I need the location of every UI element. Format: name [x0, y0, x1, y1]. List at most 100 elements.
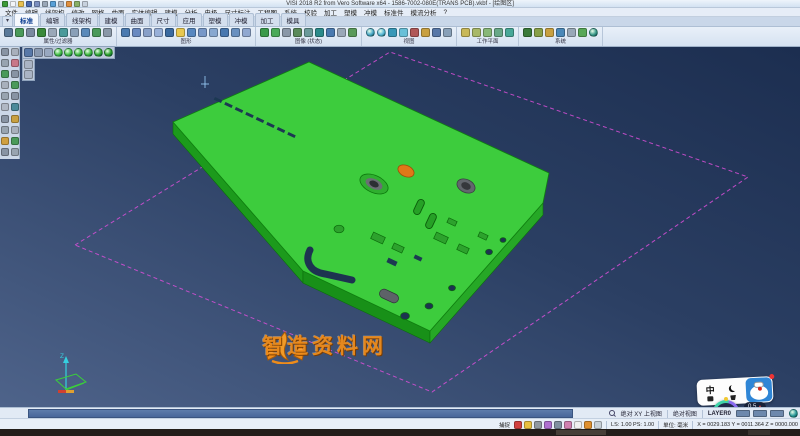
dock-icon[interactable]: [1, 115, 9, 123]
workplane-ref-label[interactable]: 绝对 XY 上视图: [621, 409, 662, 418]
ribbon-tab[interactable]: 应用: [177, 13, 202, 26]
view-icon[interactable]: [24, 60, 33, 69]
ribbon-tab[interactable]: 模具: [281, 13, 306, 26]
view-icon[interactable]: [34, 48, 43, 57]
toolbar-icon[interactable]: [567, 28, 576, 37]
doraemon-mascot[interactable]: [745, 377, 772, 402]
snap-icon[interactable]: [554, 421, 562, 429]
toolbar-icon[interactable]: [578, 28, 587, 37]
view-icon[interactable]: [94, 48, 103, 57]
toolbar-icon[interactable]: [26, 28, 35, 37]
dock-icon[interactable]: [1, 103, 9, 111]
toolbar-icon[interactable]: [70, 28, 79, 37]
toolbar-icon[interactable]: [271, 28, 280, 37]
dock-icon[interactable]: [11, 59, 19, 67]
toolbar-icon[interactable]: [410, 28, 419, 37]
dock-icon[interactable]: [11, 137, 19, 145]
globe-icon[interactable]: [789, 409, 798, 418]
view-icon[interactable]: [74, 48, 83, 57]
toolbar-icon[interactable]: [92, 28, 101, 37]
view-icon[interactable]: [54, 48, 63, 57]
toolbar-icon[interactable]: [472, 28, 481, 37]
toolbar-icon[interactable]: [176, 28, 185, 37]
snap-icon[interactable]: [524, 421, 532, 429]
ime-language-button[interactable]: 中: [705, 383, 715, 396]
view-icon[interactable]: [64, 48, 73, 57]
menu-item[interactable]: 塑模: [344, 7, 357, 17]
ribbon-tab[interactable]: 线架构: [66, 13, 98, 26]
toolbar-icon[interactable]: [293, 28, 302, 37]
status-button[interactable]: [736, 410, 750, 417]
search-icon[interactable]: [609, 410, 616, 417]
toolbar-icon[interactable]: [103, 28, 112, 37]
ribbon-tab[interactable]: 编辑: [40, 13, 65, 26]
toolbar-icon[interactable]: [443, 28, 452, 37]
viewport-3d[interactable]: Z 智造资料网 中: [0, 47, 800, 407]
dock-icon[interactable]: [11, 126, 19, 134]
toolbar-icon[interactable]: [545, 28, 554, 37]
menu-item[interactable]: 模流分析: [411, 7, 437, 17]
toolbar-icon[interactable]: [132, 28, 141, 37]
ribbon-tab[interactable]: 加工: [255, 13, 280, 26]
view-icon[interactable]: [24, 70, 33, 79]
view-icon[interactable]: [44, 48, 53, 57]
toolbar-icon[interactable]: [461, 28, 470, 37]
ime-skin-icon[interactable]: [707, 396, 713, 401]
status-button[interactable]: [753, 410, 767, 417]
menu-item[interactable]: 标准件: [384, 7, 404, 17]
toolbar-icon[interactable]: [421, 28, 430, 37]
toolbar-icon[interactable]: [4, 28, 13, 37]
dock-icon[interactable]: [1, 148, 9, 156]
dock-icon[interactable]: [11, 81, 19, 89]
toolbar-icon[interactable]: [231, 28, 240, 37]
dock-icon[interactable]: [11, 115, 19, 123]
dock-icon[interactable]: [11, 148, 19, 156]
toolbar-icon[interactable]: [337, 28, 346, 37]
menu-item[interactable]: 校验: [304, 7, 317, 17]
view-icon[interactable]: [104, 48, 113, 57]
snap-icon[interactable]: [514, 421, 522, 429]
moon-icon[interactable]: [729, 385, 736, 392]
status-button[interactable]: [770, 410, 784, 417]
snap-icon[interactable]: [574, 421, 582, 429]
ribbon-tab[interactable]: 建模: [99, 13, 124, 26]
toolbar-icon[interactable]: [399, 28, 408, 37]
toolbar-icon[interactable]: [483, 28, 492, 37]
toolbar-icon[interactable]: [37, 28, 46, 37]
snap-icon[interactable]: [564, 421, 572, 429]
dock-icon[interactable]: [1, 92, 9, 100]
snap-icon[interactable]: [544, 421, 552, 429]
prompt-bar[interactable]: [28, 409, 573, 418]
toolbar-icon[interactable]: [315, 28, 324, 37]
toolbar-icon[interactable]: [556, 28, 565, 37]
view-icon[interactable]: [84, 48, 93, 57]
layer-indicator[interactable]: LAYER0: [708, 411, 731, 417]
ribbon-tab[interactable]: 冲模: [229, 13, 254, 26]
toolbar-icon[interactable]: [260, 28, 269, 37]
dock-icon[interactable]: [1, 126, 9, 134]
toolbar-icon[interactable]: [187, 28, 196, 37]
dock-icon[interactable]: [11, 70, 19, 78]
dock-icon[interactable]: [11, 92, 19, 100]
snap-icon[interactable]: [534, 421, 542, 429]
toolbar-icon[interactable]: [432, 28, 441, 37]
toolbar-icon[interactable]: [209, 28, 218, 37]
toolbar-icon[interactable]: [242, 28, 251, 37]
view-icon[interactable]: [24, 48, 33, 57]
chevron-down-icon[interactable]: ▾: [2, 16, 13, 26]
toolbar-icon[interactable]: [523, 28, 532, 37]
toolbar-icon[interactable]: [143, 28, 152, 37]
snap-icon[interactable]: [584, 421, 592, 429]
toolbar-icon[interactable]: [505, 28, 514, 37]
toolbar-icon[interactable]: [165, 28, 174, 37]
toolbar-icon[interactable]: [388, 28, 397, 37]
ribbon-tab[interactable]: 塑模: [203, 13, 228, 26]
toolbar-icon[interactable]: [121, 28, 130, 37]
ribbon-tab[interactable]: 曲面: [125, 13, 150, 26]
toolbar-icon[interactable]: [494, 28, 503, 37]
dock-icon[interactable]: [1, 137, 9, 145]
toolbar-icon[interactable]: [326, 28, 335, 37]
toolbar-icon[interactable]: [366, 28, 375, 37]
toolbar-icon[interactable]: [282, 28, 291, 37]
ribbon-tab[interactable]: 尺寸: [151, 13, 176, 26]
